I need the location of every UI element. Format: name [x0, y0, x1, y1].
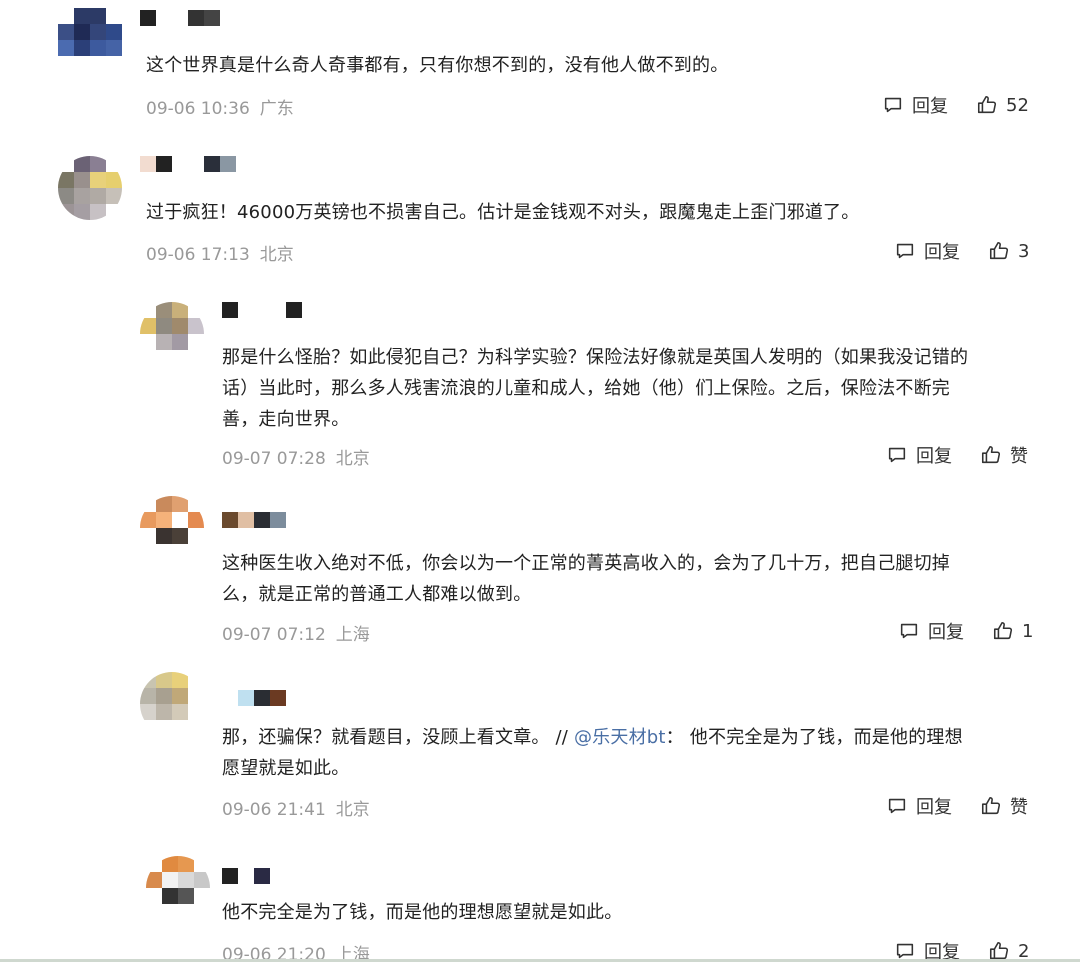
like-button[interactable]: 1: [992, 620, 1033, 642]
comment-text: 那是什么怪胎？如此侵犯自己？为科学实验？保险法好像就是英国人发明的（如果我没记错…: [222, 342, 968, 435]
like-count: 52: [1006, 94, 1029, 116]
comment-actions: 回复 52: [882, 92, 1029, 118]
comment-text-line: 那是什么怪胎？如此侵犯自己？为科学实验？保险法好像就是英国人发明的（如果我没记错…: [222, 347, 969, 368]
comment-actions: 回复 赞: [886, 442, 1028, 468]
comment-text-part: 那，还骗保？就看题目，没顾上看文章。 //: [222, 727, 574, 748]
reply-label: 回复: [916, 797, 952, 818]
reply-icon: [900, 623, 918, 639]
reply-icon: [888, 447, 906, 463]
comment-time: 09-06 21:20: [222, 945, 326, 965]
avatar[interactable]: [58, 8, 122, 72]
comment-time: 09-06 10:36: [146, 99, 250, 119]
reply-label: 回复: [924, 242, 960, 263]
reply-icon: [884, 97, 902, 113]
avatar[interactable]: [140, 302, 204, 366]
comment-location: 广东: [259, 99, 294, 119]
reply-label: 回复: [916, 446, 952, 467]
like-count: 1: [1022, 620, 1034, 642]
avatar[interactable]: [146, 856, 210, 920]
reply-button[interactable]: 回复: [898, 618, 964, 644]
comment-text-line: 么，就是正常的普通工人都难以做到。: [222, 584, 532, 605]
comment-actions: 回复 赞: [886, 793, 1028, 819]
like-count: 3: [1018, 240, 1030, 262]
username[interactable]: [222, 512, 286, 528]
bottom-divider: [0, 959, 1080, 962]
comment-location: 上海: [335, 625, 370, 645]
reply-label: 回复: [928, 622, 964, 643]
avatar[interactable]: [58, 156, 122, 220]
comment-time: 09-07 07:28: [222, 449, 326, 469]
username[interactable]: [140, 10, 220, 26]
comment-meta: 09-07 07:12 上海: [222, 620, 370, 645]
reply-button[interactable]: 回复: [894, 238, 960, 264]
like-button[interactable]: 赞: [980, 442, 1028, 468]
thumbs-up-icon: [977, 95, 997, 114]
comment-meta: 09-06 21:41 北京: [222, 795, 370, 820]
comment-text-part: ： 他不完全是为了钱，而是他的理想: [665, 727, 963, 748]
username[interactable]: [222, 690, 286, 706]
reply-icon: [896, 243, 914, 259]
reply-icon: [888, 798, 906, 814]
reply-label: 回复: [912, 96, 948, 117]
comment-meta: 09-07 07:28 北京: [222, 444, 370, 469]
comment-text: 过于疯狂！46000万英镑也不损害自己。估计是金钱观不对头，跟魔鬼走上歪门邪道了…: [146, 202, 860, 223]
thumbs-up-icon: [981, 445, 1001, 464]
comment-text-line: 那，还骗保？就看题目，没顾上看文章。 // @乐天材bt： 他不完全是为了钱，而…: [222, 722, 963, 753]
comment-actions: 回复 1: [898, 618, 1033, 644]
like-button[interactable]: 52: [976, 94, 1029, 116]
comment-text-line: 这种医生收入绝对不低，你会以为一个正常的菁英高收入的，会为了几十万，把自己腿切掉: [222, 553, 950, 574]
like-button[interactable]: 3: [988, 240, 1029, 262]
avatar[interactable]: [140, 496, 204, 560]
comment-meta: 09-06 17:13 北京: [146, 240, 294, 265]
comment-text: 那，还骗保？就看题目，没顾上看文章。 // @乐天材bt： 他不完全是为了钱，而…: [222, 722, 963, 784]
username[interactable]: [222, 868, 270, 884]
like-count: 赞: [1010, 446, 1028, 467]
comment-time: 09-06 21:41: [222, 800, 326, 820]
thumbs-up-icon: [981, 796, 1001, 815]
comment-text-line: 话）当此时，那么多人残害流浪的儿童和成人，给她（他）们上保险。之后，保险法不断完: [222, 378, 950, 399]
comment-location: 北京: [335, 800, 370, 820]
comment-text: 这个世界真是什么奇人奇事都有，只有你想不到的，没有他人做不到的。: [146, 55, 729, 76]
comment-text-line: 善，走向世界。: [222, 409, 350, 430]
comment-text: 这种医生收入绝对不低，你会以为一个正常的菁英高收入的，会为了几十万，把自己腿切掉…: [222, 548, 950, 610]
thumbs-up-icon: [993, 621, 1013, 640]
comment-text: 他不完全是为了钱，而是他的理想愿望就是如此。: [222, 902, 623, 923]
comment-meta: 09-06 10:36 广东: [146, 94, 294, 119]
comment-location: 上海: [335, 945, 370, 965]
username[interactable]: [222, 302, 302, 318]
comment-location: 北京: [335, 449, 370, 469]
mention-link[interactable]: @乐天材bt: [574, 727, 666, 748]
comment-time: 09-06 17:13: [146, 245, 250, 265]
comment-actions: 回复 3: [894, 238, 1029, 264]
reply-button[interactable]: 回复: [882, 92, 948, 118]
reply-button[interactable]: 回复: [886, 442, 952, 468]
comment-location: 北京: [259, 245, 294, 265]
comment-text-line: 愿望就是如此。: [222, 758, 350, 779]
username[interactable]: [140, 156, 236, 172]
like-count: 赞: [1010, 797, 1028, 818]
like-button[interactable]: 赞: [980, 793, 1028, 819]
avatar[interactable]: [140, 672, 204, 736]
reply-button[interactable]: 回复: [886, 793, 952, 819]
thumbs-up-icon: [989, 241, 1009, 260]
comment-time: 09-07 07:12: [222, 625, 326, 645]
